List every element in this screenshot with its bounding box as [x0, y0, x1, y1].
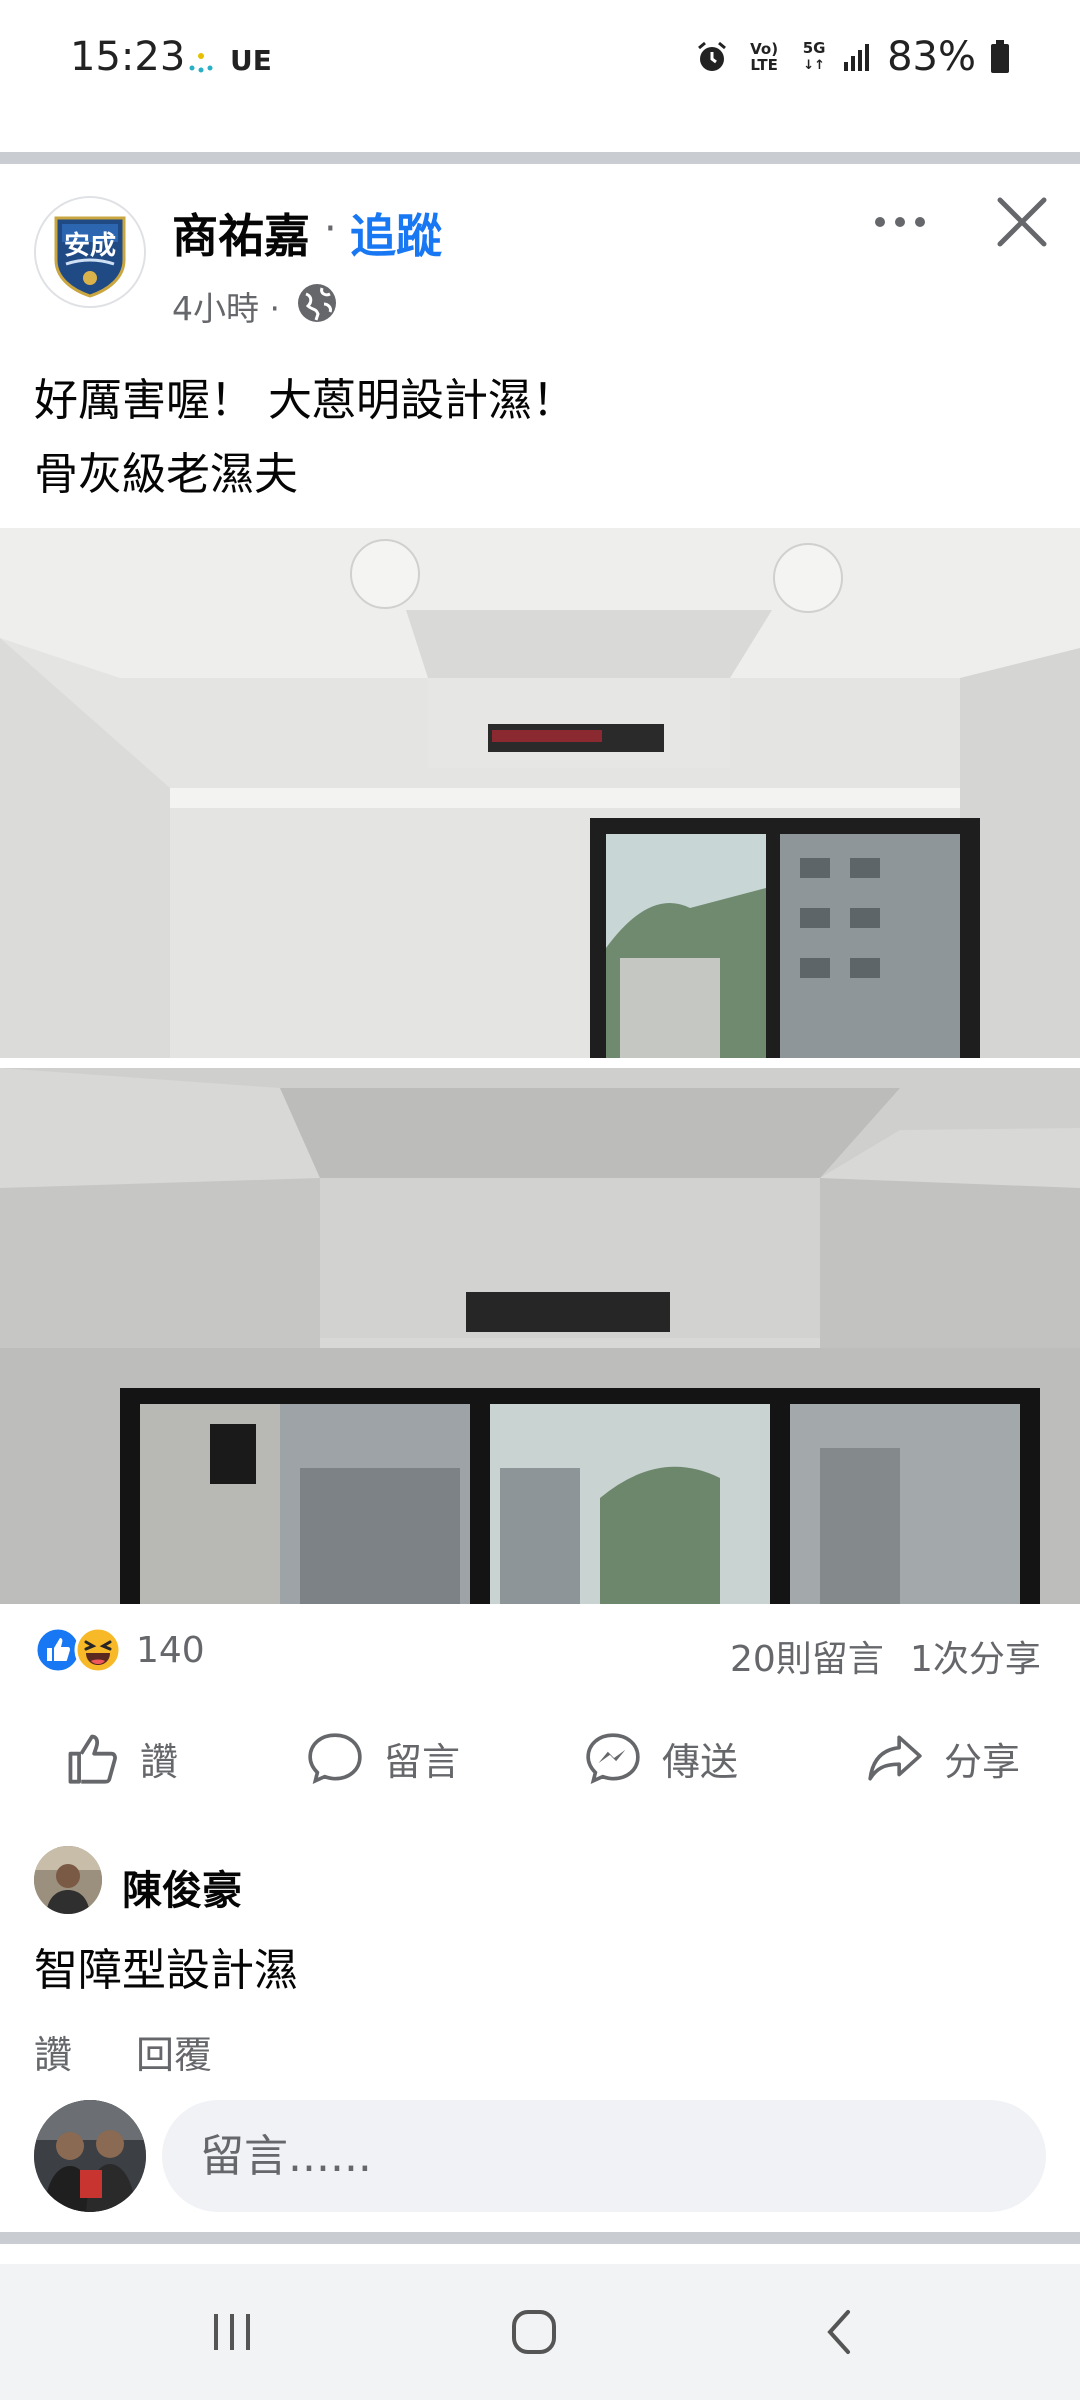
post-text-line-2: 骨灰級老濕夫 [34, 449, 298, 500]
haha-reaction-icon [74, 1626, 122, 1674]
network-label: 5G ↓↑ [802, 39, 826, 73]
comment-input[interactable] [162, 2100, 1046, 2212]
post-text-line-1: 好厲害喔！ 大蒽明設計濕！ [34, 375, 576, 426]
reaction-count: 140 [136, 1629, 205, 1671]
weather-icon [189, 53, 213, 73]
recent-apps-icon[interactable] [208, 2308, 256, 2356]
svg-text:安成: 安成 [64, 231, 116, 261]
share-label: 分享 [944, 1739, 1021, 1784]
my-profile-photo [34, 2100, 146, 2212]
commenter-avatar[interactable] [34, 1846, 102, 1914]
like-button[interactable]: 讚 [64, 1730, 178, 1786]
status-icons: Vo) LTE 5G ↓↑ 83% [695, 34, 1010, 80]
follow-button[interactable]: 追蹤 [350, 200, 442, 266]
system-nav-bar [0, 2264, 1080, 2400]
follow-separator: · [324, 206, 337, 252]
carrier-label: UE [230, 44, 272, 77]
share-count[interactable]: 1次分享 [910, 1630, 1041, 1682]
like-icon [68, 1734, 117, 1784]
room-photo-ceiling-window [0, 528, 1080, 1058]
comment-count[interactable]: 20則留言 [730, 1630, 884, 1682]
send-label: 傳送 [662, 1739, 739, 1784]
battery-icon [991, 40, 1009, 73]
post-divider [0, 152, 1080, 164]
status-bar: 15:23 UE Vo) LTE 5G ↓↑ 83% [0, 0, 1080, 120]
status-time: 15:23 [70, 34, 186, 80]
badge-logo-icon: 安成 [36, 198, 144, 306]
post-author-name[interactable]: 商祐嘉 [172, 200, 310, 266]
reaction-summary[interactable]: 140 [34, 1626, 205, 1674]
post-timestamp[interactable]: 4小時 · [172, 282, 280, 330]
send-button[interactable]: 傳送 [584, 1730, 738, 1786]
close-icon[interactable] [996, 196, 1048, 248]
like-label: 讚 [140, 1739, 179, 1784]
comment-button[interactable]: 留言 [306, 1730, 460, 1786]
share-button[interactable]: 分享 [866, 1730, 1020, 1786]
public-globe-icon [298, 284, 336, 322]
comment-text: 智障型設計濕 [34, 1945, 298, 1996]
home-icon[interactable] [510, 2308, 558, 2356]
alarm-icon [698, 41, 727, 71]
more-options-icon[interactable] [872, 210, 928, 234]
commenter-name[interactable]: 陳俊豪 [122, 1858, 242, 1916]
share-icon [868, 1735, 922, 1781]
comment-like-button[interactable]: 讚 [34, 2024, 72, 2079]
battery-percent: 83% [887, 34, 976, 80]
my-avatar[interactable] [34, 2100, 146, 2212]
post-divider-bottom [0, 2232, 1080, 2244]
messenger-icon [586, 1733, 640, 1784]
author-avatar[interactable]: 安成 [34, 196, 146, 308]
commenter-photo [34, 1846, 102, 1914]
post-text: 好厲害喔！ 大蒽明設計濕！ 骨灰級老濕夫 [34, 364, 576, 512]
comment-reply-button[interactable]: 回覆 [136, 2024, 212, 2079]
comment-icon [308, 1733, 362, 1784]
signal-icon [844, 44, 870, 71]
room-photo-sliding-window [0, 1068, 1080, 1604]
back-icon[interactable] [816, 2308, 864, 2356]
comment-label: 留言 [384, 1739, 461, 1784]
post-photo-1[interactable] [0, 528, 1080, 1058]
post-photo-2[interactable] [0, 1068, 1080, 1604]
volte-label: Vo) LTE [750, 40, 779, 74]
